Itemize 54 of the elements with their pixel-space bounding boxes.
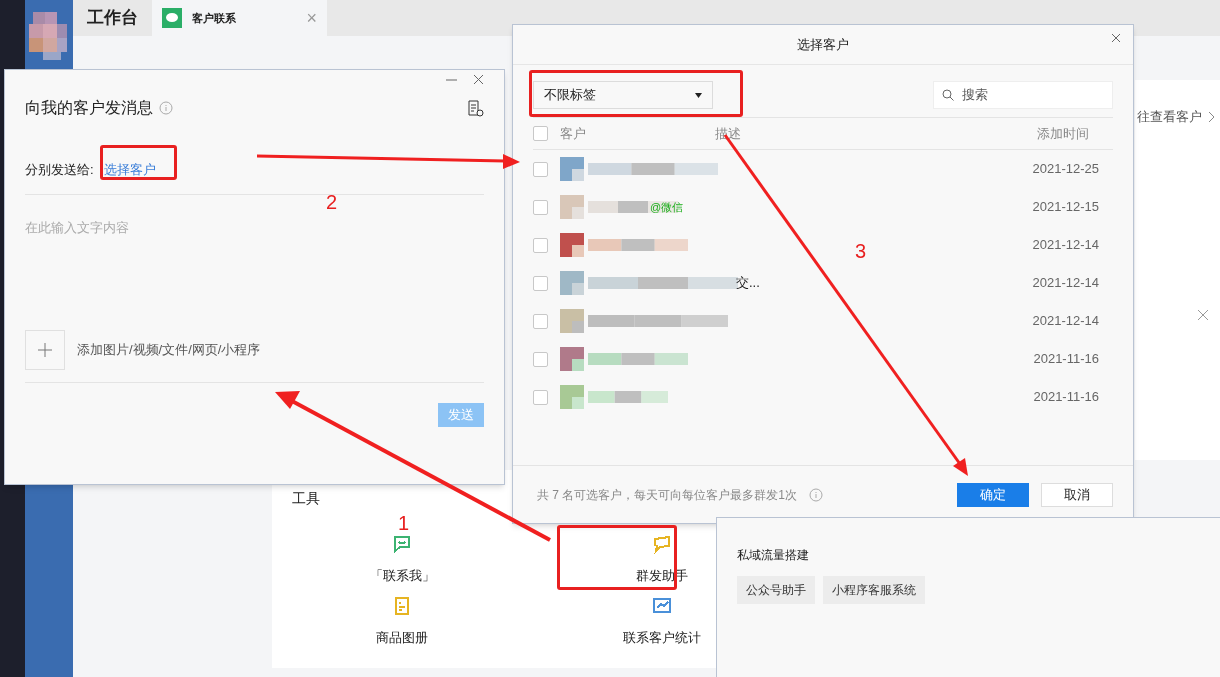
checkbox[interactable] — [533, 275, 548, 291]
date-cell-text: 2021-12-14 — [1032, 236, 1099, 255]
select-customers-link[interactable]: 选择客户 — [103, 160, 156, 180]
cancel-button[interactable]: 取消 — [1041, 482, 1113, 507]
step-number: 3 — [855, 239, 867, 264]
section-title: 私域流量搭建 — [737, 547, 810, 564]
date-cell-text: 2021-12-14 — [1032, 274, 1099, 293]
date-cell-text: 2021-12-14 — [1032, 312, 1099, 331]
search-field[interactable]: 搜索 — [933, 81, 1113, 109]
checkbox[interactable] — [533, 199, 548, 215]
view-customers-link[interactable]: 往查看客户 — [1137, 107, 1202, 127]
app-tab[interactable]: 客户联系 × — [152, 0, 327, 36]
plus-icon — [38, 342, 52, 357]
section-title: 工具 — [292, 489, 320, 508]
column-header: 客户 — [560, 124, 587, 143]
date-cell-text: 2021-12-15 — [1032, 198, 1099, 217]
close-icon[interactable] — [1197, 309, 1209, 321]
checkbox[interactable] — [533, 126, 548, 141]
checkbox[interactable] — [533, 161, 548, 177]
add-attachment-button[interactable] — [25, 329, 65, 370]
step-number: 1 — [398, 511, 410, 536]
date-cell-text: 2021-11-16 — [1033, 388, 1099, 407]
dialog-title: 选择客户 — [797, 35, 849, 54]
close-icon[interactable] — [473, 74, 484, 85]
checkbox[interactable] — [533, 389, 548, 405]
tool-label[interactable]: 「联系我」 — [369, 566, 435, 586]
attach-label: 添加图片/视频/文件/网页/小程序 — [77, 340, 261, 359]
chat-app-icon — [162, 8, 182, 28]
send-to-label: 分别发送给: — [25, 161, 94, 179]
tag-dropdown[interactable]: 不限标签 — [533, 81, 713, 109]
info-icon[interactable] — [809, 487, 823, 502]
dialog-title: 向我的客户发消息 — [25, 98, 153, 118]
tool-label[interactable]: 商品图册 — [376, 627, 428, 647]
customer-name: 交... — [736, 274, 760, 293]
tab-label: 客户联系 — [192, 10, 237, 26]
info-icon[interactable] — [159, 101, 173, 115]
checkbox[interactable] — [533, 237, 548, 253]
tool-tag[interactable]: 公众号助手 — [737, 576, 815, 604]
search-icon — [942, 89, 954, 101]
wechat-tag: @微信 — [650, 198, 684, 216]
date-cell-text: 2021-11-16 — [1033, 350, 1099, 369]
tool-label[interactable]: 联系客户统计 — [623, 627, 701, 647]
close-icon[interactable] — [1111, 33, 1121, 43]
caret-icon — [695, 92, 702, 98]
date-cell-text: 2021-12-25 — [1032, 160, 1099, 179]
checkbox[interactable] — [533, 313, 548, 329]
checkbox[interactable] — [533, 351, 548, 367]
footer-note: 共 7 名可选客户，每天可向每位客户最多群发1次 — [537, 486, 797, 504]
chevron-right-icon — [1208, 110, 1216, 123]
step-number: 2 — [326, 190, 338, 215]
column-header: 添加时间 — [1037, 124, 1089, 143]
history-icon[interactable] — [467, 99, 484, 117]
tool-tag[interactable]: 小程序客服系统 — [823, 576, 925, 604]
confirm-button[interactable]: 确定 — [957, 482, 1029, 507]
